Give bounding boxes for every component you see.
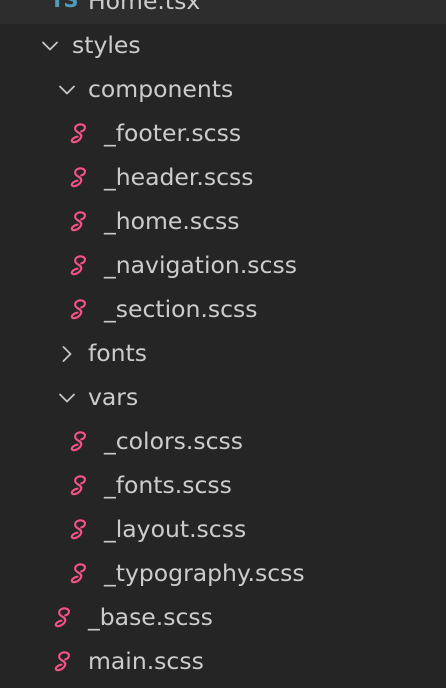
sass-icon xyxy=(68,429,92,455)
folder-label: fonts xyxy=(88,339,148,367)
file-label: _section.scss xyxy=(104,295,258,323)
file-row-header-scss[interactable]: _header.scss xyxy=(0,156,446,200)
file-label: _home.scss xyxy=(104,207,240,235)
file-row-navigation-scss[interactable]: _navigation.scss xyxy=(0,244,446,288)
file-label: _header.scss xyxy=(104,163,254,191)
file-row-typography-scss[interactable]: _typography.scss xyxy=(0,552,446,596)
typescript-icon: TS xyxy=(50,0,78,12)
file-row-main-scss[interactable]: main.scss xyxy=(0,640,446,684)
file-label: _layout.scss xyxy=(104,515,247,543)
folder-row-styles[interactable]: styles xyxy=(0,24,446,68)
file-label: _base.scss xyxy=(88,603,213,631)
sass-icon xyxy=(68,561,92,587)
sass-icon xyxy=(68,209,92,235)
folder-label: styles xyxy=(72,31,141,59)
sass-icon xyxy=(52,649,76,675)
file-row-colors-scss[interactable]: _colors.scss xyxy=(0,420,446,464)
file-row-layout-scss[interactable]: _layout.scss xyxy=(0,508,446,552)
file-row-footer-scss[interactable]: _footer.scss xyxy=(0,112,446,156)
folder-label: vars xyxy=(88,383,139,411)
file-row-home-scss[interactable]: _home.scss xyxy=(0,200,446,244)
sass-icon xyxy=(52,605,76,631)
file-label: _typography.scss xyxy=(104,559,305,587)
file-label: _footer.scss xyxy=(104,119,242,147)
sass-icon xyxy=(68,165,92,191)
folder-row-vars[interactable]: vars xyxy=(0,376,446,420)
folder-label: components xyxy=(88,75,234,103)
chevron-right-icon[interactable] xyxy=(56,343,78,365)
file-label: _navigation.scss xyxy=(104,251,297,279)
folder-row-components[interactable]: components xyxy=(0,68,446,112)
folder-row-fonts[interactable]: fonts xyxy=(0,332,446,376)
sass-icon xyxy=(68,297,92,323)
file-label: _colors.scss xyxy=(104,427,243,455)
chevron-down-icon[interactable] xyxy=(56,387,78,409)
chevron-down-icon[interactable] xyxy=(56,79,78,101)
file-row-home-tsx[interactable]: TS Home.tsx xyxy=(0,0,446,24)
sass-icon xyxy=(68,517,92,543)
sass-icon xyxy=(68,121,92,147)
file-explorer-tree: TS Home.tsx styles components _footer.scss _h… xyxy=(0,0,446,688)
file-row-base-scss[interactable]: _base.scss xyxy=(0,596,446,640)
file-label: _fonts.scss xyxy=(104,471,232,499)
file-row-section-scss[interactable]: _section.scss xyxy=(0,288,446,332)
file-label: Home.tsx xyxy=(88,0,201,15)
sass-icon xyxy=(68,253,92,279)
chevron-down-icon[interactable] xyxy=(39,35,61,57)
file-row-fonts-scss[interactable]: _fonts.scss xyxy=(0,464,446,508)
file-label: main.scss xyxy=(88,647,204,675)
sass-icon xyxy=(68,473,92,499)
